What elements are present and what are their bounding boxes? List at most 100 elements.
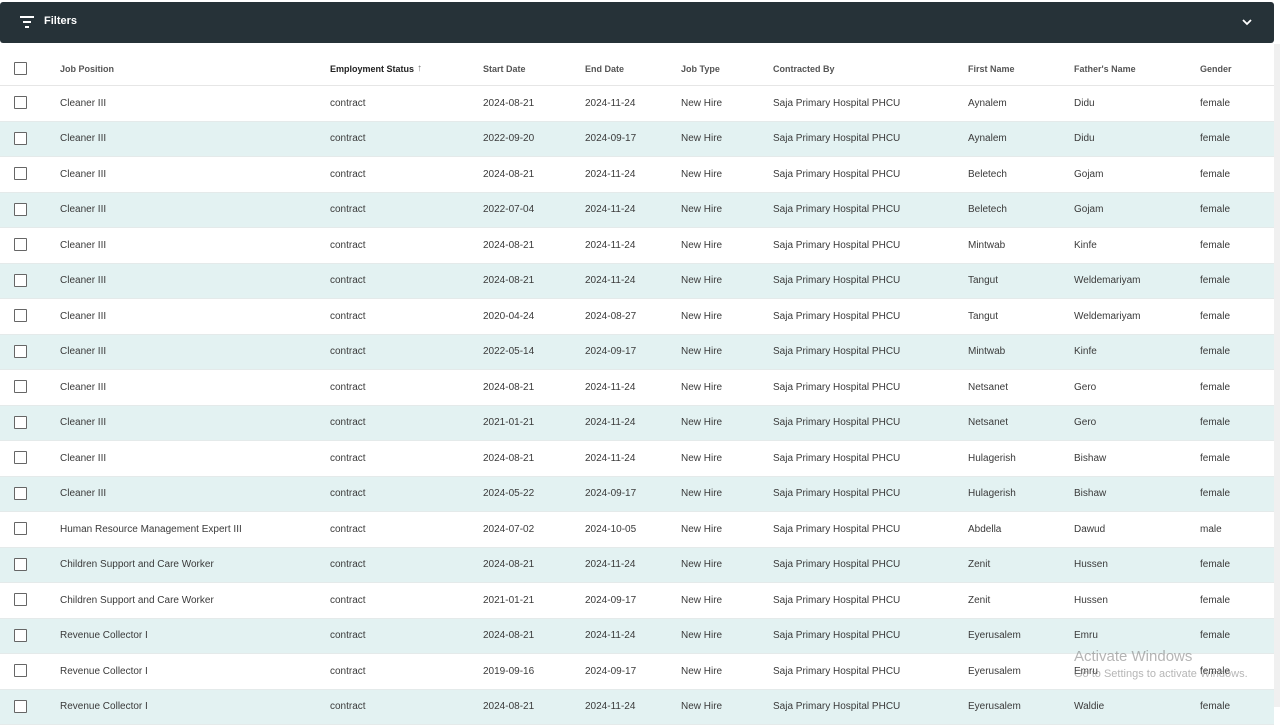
chevron-down-icon[interactable] [1242,18,1252,26]
cell-job-type: New Hire [681,441,722,476]
row-checkbox[interactable] [14,238,27,251]
column-header-employment-status[interactable]: Employment Status↑ [330,52,422,85]
row-checkbox[interactable] [14,380,27,393]
cell-job-type: New Hire [681,370,722,405]
row-checkbox[interactable] [14,593,27,606]
column-header-label: Employment Status [330,64,414,74]
cell-job-type: New Hire [681,477,722,512]
cell-first-name: Tangut [968,299,998,334]
cell-fathers-name: Gojam [1074,157,1103,192]
cell-job-type: New Hire [681,619,722,654]
scrollbar[interactable] [1274,44,1280,707]
row-checkbox[interactable] [14,274,27,287]
cell-end-date: 2024-11-24 [585,193,635,228]
cell-fathers-name: Didu [1074,86,1095,121]
cell-gender: female [1200,122,1230,157]
cell-contracted-by: Saja Primary Hospital PHCU [773,654,900,689]
cell-first-name: Beletech [968,157,1007,192]
cell-fathers-name: Gero [1074,406,1096,441]
table-row[interactable]: Children Support and Care Workercontract… [0,548,1274,584]
activate-windows-title: Activate Windows [1074,648,1192,665]
table-row[interactable]: Cleaner IIIcontract2022-05-142024-09-17N… [0,335,1274,371]
cell-contracted-by: Saja Primary Hospital PHCU [773,619,900,654]
row-checkbox[interactable] [14,345,27,358]
row-checkbox[interactable] [14,700,27,713]
cell-contracted-by: Saja Primary Hospital PHCU [773,228,900,263]
cell-employment-status: contract [330,228,366,263]
table-row[interactable]: Cleaner IIIcontract2022-07-042024-11-24N… [0,193,1274,229]
cell-start-date: 2024-08-21 [483,264,534,299]
cell-start-date: 2019-09-16 [483,654,534,689]
cell-contracted-by: Saja Primary Hospital PHCU [773,335,900,370]
cell-end-date: 2024-11-24 [585,86,635,121]
column-header-label: First Name [968,64,1015,74]
cell-employment-status: contract [330,477,366,512]
cell-first-name: Abdella [968,512,1001,547]
filter-icon [20,16,34,28]
column-header-job-position[interactable]: Job Position [60,52,114,85]
column-header-contracted-by[interactable]: Contracted By [773,52,835,85]
table-row[interactable]: Cleaner IIIcontract2024-08-212024-11-24N… [0,370,1274,406]
column-header-label: Start Date [483,64,526,74]
column-header-label: End Date [585,64,624,74]
cell-start-date: 2024-08-21 [483,370,534,405]
table-row[interactable]: Children Support and Care Workercontract… [0,583,1274,619]
column-header-job-type[interactable]: Job Type [681,52,720,85]
table-row[interactable]: Cleaner IIIcontract2021-01-212024-11-24N… [0,406,1274,442]
column-header-gender[interactable]: Gender [1200,52,1232,85]
row-checkbox[interactable] [14,558,27,571]
row-checkbox[interactable] [14,132,27,145]
table-row[interactable]: Revenue Collector Icontract2024-08-21202… [0,690,1274,725]
cell-end-date: 2024-11-24 [585,370,635,405]
column-header-fathers-name[interactable]: Father's Name [1074,52,1136,85]
table-row[interactable]: Cleaner IIIcontract2024-08-212024-11-24N… [0,264,1274,300]
filters-bar[interactable]: Filters [0,2,1274,43]
cell-start-date: 2024-05-22 [483,477,534,512]
cell-fathers-name: Hussen [1074,583,1108,618]
cell-contracted-by: Saja Primary Hospital PHCU [773,512,900,547]
cell-start-date: 2024-08-21 [483,619,534,654]
row-checkbox[interactable] [14,203,27,216]
table-row[interactable]: Cleaner IIIcontract2024-05-222024-09-17N… [0,477,1274,513]
sort-ascending-icon[interactable]: ↑ [417,63,422,74]
row-checkbox[interactable] [14,522,27,535]
cell-job-position: Cleaner III [60,157,106,192]
cell-start-date: 2020-04-24 [483,299,534,334]
cell-job-position: Children Support and Care Worker [60,583,214,618]
cell-job-position: Cleaner III [60,299,106,334]
cell-gender: female [1200,228,1230,263]
cell-first-name: Beletech [968,193,1007,228]
cell-job-type: New Hire [681,583,722,618]
row-checkbox[interactable] [14,451,27,464]
cell-contracted-by: Saja Primary Hospital PHCU [773,583,900,618]
table-row[interactable]: Cleaner IIIcontract2024-08-212024-11-24N… [0,157,1274,193]
row-checkbox[interactable] [14,309,27,322]
cell-job-type: New Hire [681,548,722,583]
cell-job-position: Revenue Collector I [60,619,148,654]
row-checkbox[interactable] [14,629,27,642]
column-header-start-date[interactable]: Start Date [483,52,526,85]
row-checkbox[interactable] [14,664,27,677]
table-row[interactable]: Cleaner IIIcontract2024-08-212024-11-24N… [0,228,1274,264]
row-checkbox[interactable] [14,416,27,429]
select-all-checkbox[interactable] [14,62,27,75]
row-checkbox[interactable] [14,167,27,180]
row-checkbox[interactable] [14,96,27,109]
cell-employment-status: contract [330,157,366,192]
cell-employment-status: contract [330,654,366,689]
cell-gender: female [1200,477,1230,512]
table-row[interactable]: Cleaner IIIcontract2020-04-242024-08-27N… [0,299,1274,335]
table-row[interactable]: Cleaner IIIcontract2022-09-202024-09-17N… [0,122,1274,158]
cell-gender: female [1200,619,1230,654]
table-row[interactable]: Human Resource Management Expert IIIcont… [0,512,1274,548]
column-header-end-date[interactable]: End Date [585,52,624,85]
table-row[interactable]: Cleaner IIIcontract2024-08-212024-11-24N… [0,441,1274,477]
cell-start-date: 2021-01-21 [483,583,534,618]
table-row[interactable]: Cleaner IIIcontract2024-08-212024-11-24N… [0,86,1274,122]
cell-gender: male [1200,512,1222,547]
column-header-first-name[interactable]: First Name [968,52,1015,85]
row-checkbox[interactable] [14,487,27,500]
cell-start-date: 2024-07-02 [483,512,534,547]
cell-fathers-name: Hussen [1074,548,1108,583]
cell-gender: female [1200,299,1230,334]
